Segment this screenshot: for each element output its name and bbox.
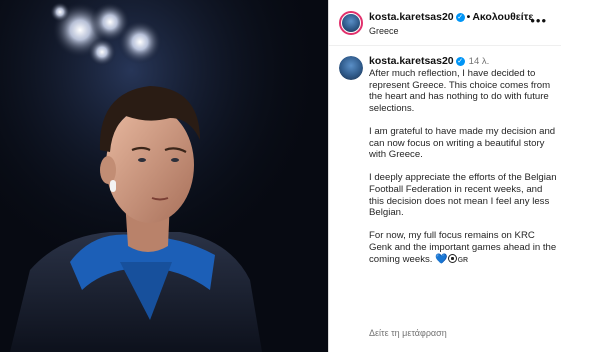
post-header: kosta.karetsas20 ✓ • Ακολουθείτε Greece •••: [329, 0, 561, 46]
following-button[interactable]: Ακολουθείτε: [472, 11, 533, 23]
greece-flag-icon: GR: [457, 256, 469, 264]
blue-heart-icon: 💙: [435, 253, 448, 265]
more-options-icon[interactable]: •••: [530, 13, 547, 28]
soccer-ball-icon: [447, 253, 457, 263]
caption-username[interactable]: kosta.karetsas20: [369, 55, 454, 67]
header-username[interactable]: kosta.karetsas20: [369, 11, 454, 23]
post-photo: [0, 0, 328, 352]
see-translation-link[interactable]: Δείτε τη μετάφραση: [369, 328, 447, 338]
header-location[interactable]: Greece: [369, 26, 399, 36]
caption-emojis: 💙 GR: [435, 253, 469, 265]
caption-paragraph-1: After much reflection, I have decided to…: [369, 68, 551, 114]
verified-badge-icon: ✓: [455, 13, 465, 22]
caption-body: After much reflection, I have decided to…: [369, 68, 559, 266]
caption-avatar[interactable]: [339, 56, 363, 80]
profile-avatar-icon[interactable]: [339, 11, 363, 35]
post-side-panel: kosta.karetsas20 ✓ • Ακολουθείτε Greece •••…: [328, 0, 561, 352]
caption-avatar-image: [339, 56, 363, 80]
header-user-line: kosta.karetsas20 ✓ • Ακολουθείτε: [369, 11, 533, 23]
caption-paragraph-2: I am grateful to have made my decision a…: [369, 125, 556, 161]
caption-paragraph-3: I deeply appreciate the efforts of the B…: [369, 172, 557, 219]
instagram-post-embed: kosta.karetsas20 ✓ • Ακολουθείτε Greece •••…: [0, 0, 594, 352]
caption-paragraph-4: For now, my full focus remains on KRC Ge…: [369, 230, 559, 266]
caption-timestamp[interactable]: 14 λ.: [469, 56, 490, 67]
verified-badge-icon: ✓: [455, 57, 465, 66]
avatar-image: [342, 14, 360, 32]
header-separator: •: [466, 11, 471, 23]
caption-user-line: kosta.karetsas20 ✓ 14 λ.: [369, 55, 489, 67]
